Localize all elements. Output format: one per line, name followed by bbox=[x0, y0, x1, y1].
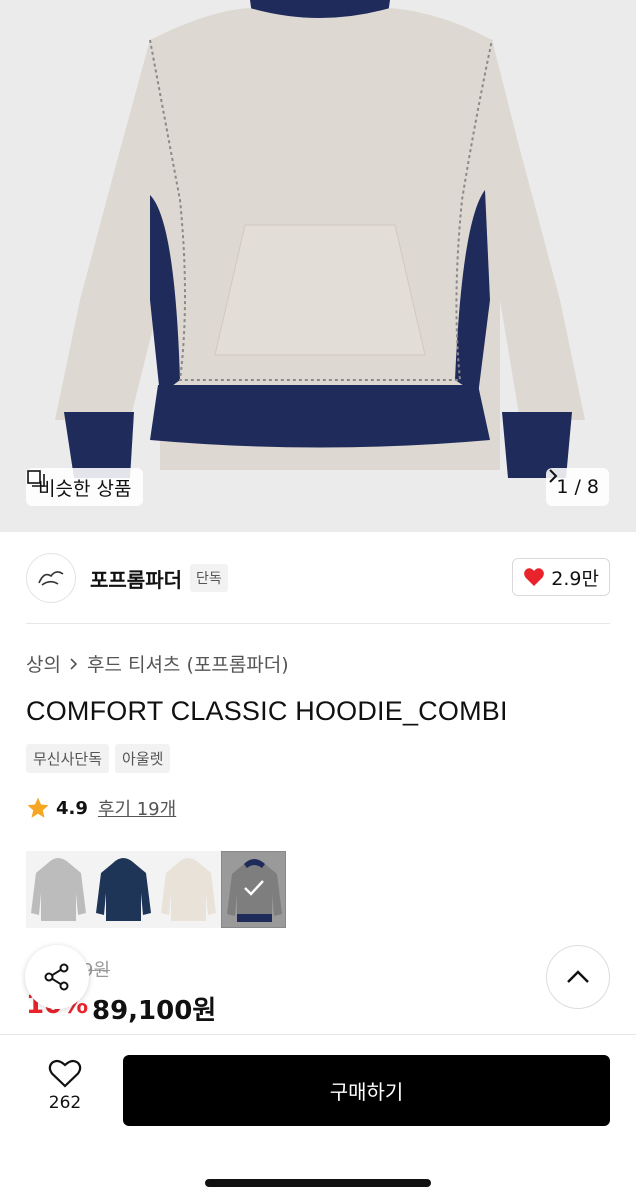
swatch-ivory-hoodie[interactable] bbox=[156, 851, 221, 928]
rating-row[interactable]: 4.9 후기 19개 bbox=[26, 795, 176, 821]
chevron-right-icon bbox=[70, 657, 78, 670]
exclusive-badge: 단독 bbox=[190, 564, 228, 592]
chevron-up-icon bbox=[567, 970, 589, 983]
scroll-top-button[interactable] bbox=[546, 945, 610, 1009]
share-button[interactable] bbox=[25, 945, 89, 1009]
review-count-link[interactable]: 후기 19개 bbox=[98, 795, 176, 821]
brand-row[interactable]: 포프롬파더 단독 2.9만 bbox=[26, 550, 610, 606]
tag-exclusive: 무신사단독 bbox=[26, 744, 110, 773]
bottom-action-bar: 262 구매하기 bbox=[0, 1034, 636, 1200]
heart-filled-icon bbox=[524, 568, 545, 586]
heart-outline-icon bbox=[48, 1059, 82, 1088]
wishlist-count: 262 bbox=[48, 1093, 82, 1113]
divider bbox=[26, 623, 610, 624]
product-hero-image[interactable]: 비슷한 상품 1 / 8 bbox=[0, 0, 636, 532]
buy-button[interactable]: 구매하기 bbox=[123, 1055, 610, 1126]
swatch-gray-hoodie[interactable] bbox=[26, 851, 91, 928]
wishlist-button[interactable]: 262 bbox=[36, 1059, 94, 1113]
color-options bbox=[26, 851, 286, 928]
sale-price: 89,100원 bbox=[92, 996, 217, 1026]
brand-like-button[interactable]: 2.9만 bbox=[512, 558, 610, 596]
product-tags: 무신사단독 아울렛 bbox=[26, 744, 171, 773]
breadcrumb-subcategory[interactable]: 후드 티셔츠 (포프롬파더) bbox=[87, 650, 289, 677]
similar-products-label: 비슷한 상품 bbox=[38, 477, 132, 500]
tag-outlet: 아울렛 bbox=[115, 744, 171, 773]
swatch-navy-hoodie[interactable] bbox=[91, 851, 156, 928]
similar-icon bbox=[27, 470, 45, 487]
hoodie-product-photo bbox=[0, 0, 636, 532]
rating-score: 4.9 bbox=[56, 797, 88, 819]
brand-like-count: 2.9만 bbox=[551, 567, 599, 590]
brand-logo-icon[interactable] bbox=[26, 553, 76, 603]
product-title: COMFORT CLASSIC HOODIE_COMBI bbox=[26, 696, 508, 726]
check-icon bbox=[244, 880, 264, 896]
swatch-combi-hoodie[interactable] bbox=[221, 851, 286, 928]
home-indicator bbox=[205, 1179, 431, 1187]
share-icon bbox=[44, 963, 69, 991]
similar-products-button[interactable]: 비슷한 상품 bbox=[26, 468, 144, 506]
image-pager[interactable]: 1 / 8 bbox=[546, 468, 609, 506]
star-icon bbox=[27, 797, 49, 818]
brand-name[interactable]: 포프롬파더 bbox=[90, 564, 182, 593]
chevron-right-icon bbox=[549, 469, 558, 483]
pager-text: 1 / 8 bbox=[556, 476, 599, 498]
breadcrumb: 상의 후드 티셔츠 (포프롬파더) bbox=[26, 650, 289, 677]
breadcrumb-category[interactable]: 상의 bbox=[26, 650, 61, 677]
